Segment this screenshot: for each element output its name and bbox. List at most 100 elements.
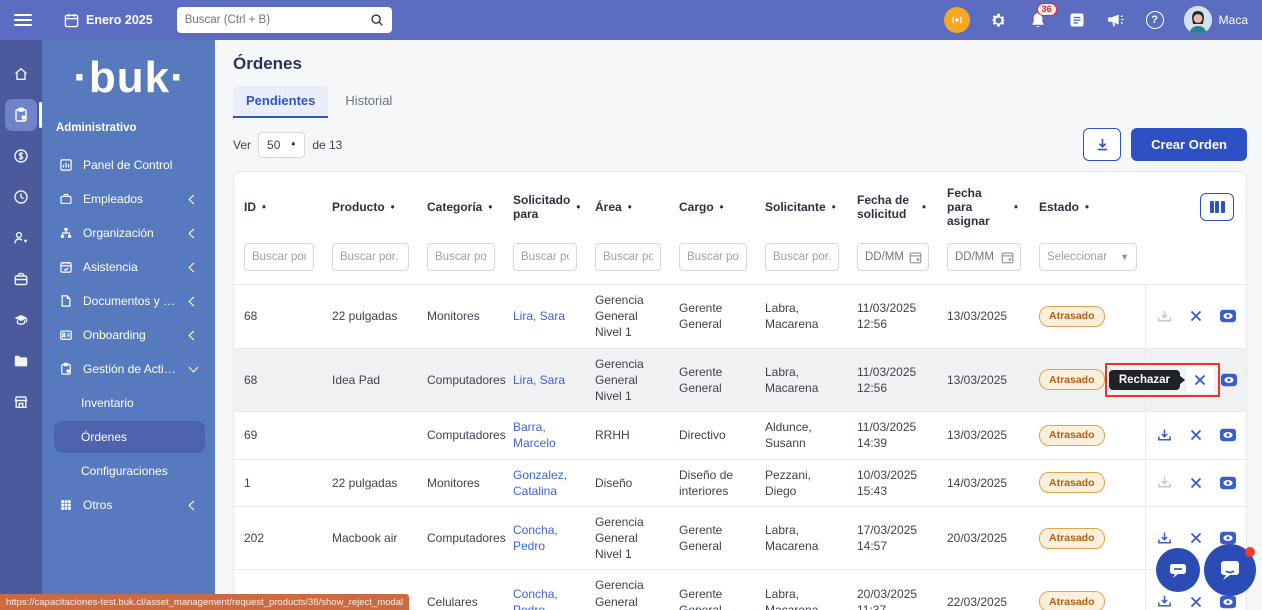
table-row: 68Idea PadComputadoresLira, SaraGerencia…: [234, 348, 1246, 412]
filter-date-7[interactable]: [857, 243, 929, 271]
column-picker-button[interactable]: [1200, 193, 1234, 221]
sidebar-item-empleados[interactable]: Empleados: [54, 182, 205, 216]
assign-button[interactable]: [1155, 529, 1173, 547]
sort-icon[interactable]: ▲▼: [627, 207, 633, 208]
table-row: 6822 pulgadasMonitoresLira, SaraGerencia…: [234, 284, 1246, 348]
global-search[interactable]: [177, 7, 392, 33]
solicitado-para-link[interactable]: Barra, Marcelo: [513, 420, 556, 450]
filter-input-4[interactable]: [595, 243, 661, 271]
reject-button[interactable]: [1187, 474, 1205, 492]
rail-item-folder-icon[interactable]: [5, 345, 37, 377]
sort-icon[interactable]: ▲▼: [575, 207, 581, 208]
column-header-producto[interactable]: Producto▲▼: [322, 196, 417, 218]
download-button[interactable]: [1083, 128, 1121, 161]
sort-icon[interactable]: ▲▼: [487, 207, 493, 208]
notes-icon[interactable]: [1067, 10, 1087, 30]
date-input[interactable]: [865, 251, 905, 263]
sort-icon[interactable]: ▲▼: [1084, 207, 1090, 208]
filter-input-5[interactable]: [679, 243, 747, 271]
filter-input-6[interactable]: [765, 243, 839, 271]
solicitado-para-link[interactable]: Concha, Pedro: [513, 523, 558, 553]
link-preview-statusbar: https://capacitaciones-test.buk.cl/asset…: [0, 594, 409, 610]
sort-icon[interactable]: ▲▼: [831, 207, 837, 208]
rail-item-clock-icon[interactable]: [5, 181, 37, 213]
column-header-categor-a[interactable]: Categoría▲▼: [417, 196, 503, 218]
column-header-cargo[interactable]: Cargo▲▼: [669, 196, 755, 218]
view-button[interactable]: [1219, 307, 1237, 325]
sidebar-item-otros[interactable]: Otros: [54, 488, 205, 522]
sort-icon[interactable]: ▲▼: [921, 207, 927, 208]
column-header-id[interactable]: ID▲▼: [234, 196, 322, 218]
column-header--rea[interactable]: Área▲▼: [585, 196, 669, 218]
rail-item-marketplace-icon[interactable]: [5, 386, 37, 418]
user-menu[interactable]: Maca: [1184, 6, 1248, 34]
sidebar-item-asistencia[interactable]: Asistencia: [54, 250, 205, 284]
status-badge: Atrasado: [1039, 472, 1105, 493]
sidebar-item-organizaci-n[interactable]: Organización: [54, 216, 205, 250]
view-button[interactable]: [1220, 371, 1238, 389]
search-input[interactable]: [185, 14, 370, 26]
reject-button[interactable]: [1187, 593, 1205, 610]
reject-button[interactable]: [1186, 367, 1214, 393]
sidebar-item-onboarding[interactable]: Onboarding: [54, 318, 205, 352]
hamburger-menu-icon[interactable]: [14, 14, 32, 26]
period-selector[interactable]: Enero 2025: [64, 13, 153, 28]
column-header-solicitado-para[interactable]: Solicitado para▲▼: [503, 189, 585, 225]
filter-date-8[interactable]: [947, 243, 1021, 271]
view-button[interactable]: [1219, 474, 1237, 492]
rail-item-training-icon[interactable]: [5, 304, 37, 336]
sort-icon[interactable]: ▲▼: [261, 207, 267, 208]
sidebar-item-panel-de-control[interactable]: Panel de Control: [54, 148, 205, 182]
assign-button[interactable]: [1155, 426, 1173, 444]
reject-button[interactable]: [1187, 307, 1205, 325]
reject-button[interactable]: [1187, 426, 1205, 444]
rail-item-culture-icon[interactable]: [5, 222, 37, 254]
filter-input-1[interactable]: [332, 243, 409, 271]
rail-item-home-icon[interactable]: [5, 58, 37, 90]
column-header-fecha-de-solicitud[interactable]: Fecha de solicitud▲▼: [847, 189, 937, 225]
user-name: Maca: [1219, 13, 1248, 27]
rail-item-coin-icon[interactable]: [5, 140, 37, 172]
sidebar-item-documentos-y-firma[interactable]: Documentos y Firma: [54, 284, 205, 318]
create-order-button[interactable]: Crear Orden: [1131, 128, 1247, 161]
tab-pendientes[interactable]: Pendientes: [233, 86, 328, 118]
sidebar-subitem--rdenes[interactable]: Órdenes: [54, 421, 205, 453]
solicitado-para-link[interactable]: Concha, Pedro: [513, 587, 558, 610]
filter-input-3[interactable]: [513, 243, 577, 271]
column-header-estado[interactable]: Estado▲▼: [1029, 196, 1145, 218]
reject-button[interactable]: [1187, 529, 1205, 547]
feedback-chat-button[interactable]: [1156, 548, 1200, 592]
broadcast-icon[interactable]: [944, 7, 970, 33]
pagesize-select[interactable]: 50 ▲▼: [258, 132, 305, 158]
column-header-solicitante[interactable]: Solicitante▲▼: [755, 196, 847, 218]
filter-input-0[interactable]: [244, 243, 314, 271]
help-icon[interactable]: ?: [1145, 10, 1165, 30]
assign-button[interactable]: [1155, 593, 1173, 610]
sidebar-subitem-configuraciones[interactable]: Configuraciones: [54, 455, 205, 487]
view-button[interactable]: [1219, 426, 1237, 444]
sort-icon[interactable]: ▲▼: [719, 207, 725, 208]
solicitado-para-link[interactable]: Gonzalez, Catalina: [513, 468, 567, 498]
tab-historial[interactable]: Historial: [332, 86, 405, 118]
bell-icon[interactable]: 36: [1028, 10, 1048, 30]
rail-item-clipboard-icon[interactable]: [5, 99, 37, 131]
search-icon: [370, 13, 384, 27]
date-input[interactable]: [955, 251, 997, 263]
filter-input-2[interactable]: [427, 243, 495, 271]
filter-estado-select[interactable]: Seleccionar▼: [1039, 243, 1137, 271]
gear-icon[interactable]: [989, 10, 1009, 30]
sort-icon[interactable]: ▲▼: [1013, 207, 1019, 208]
solicitado-para-link[interactable]: Lira, Sara: [513, 309, 565, 323]
solicitado-para-link[interactable]: Lira, Sara: [513, 373, 565, 387]
rail-item-benefits-icon[interactable]: [5, 263, 37, 295]
cell-categoria: Computadores: [417, 523, 503, 553]
sidebar-subitem-inventario[interactable]: Inventario: [54, 387, 205, 419]
org-icon: [59, 227, 73, 241]
sidebar-item-gesti-n-de-activos[interactable]: Gestión de Activos: [54, 352, 205, 386]
sort-icon[interactable]: ▲▼: [390, 207, 396, 208]
column-header-fecha-para-asignar[interactable]: Fecha para asignar▲▼: [937, 182, 1029, 232]
cell-area: Diseño: [585, 468, 669, 498]
megaphone-icon[interactable]: [1106, 10, 1126, 30]
support-chat-button[interactable]: [1204, 544, 1256, 596]
cell-cargo: Gerente General: [669, 579, 755, 610]
